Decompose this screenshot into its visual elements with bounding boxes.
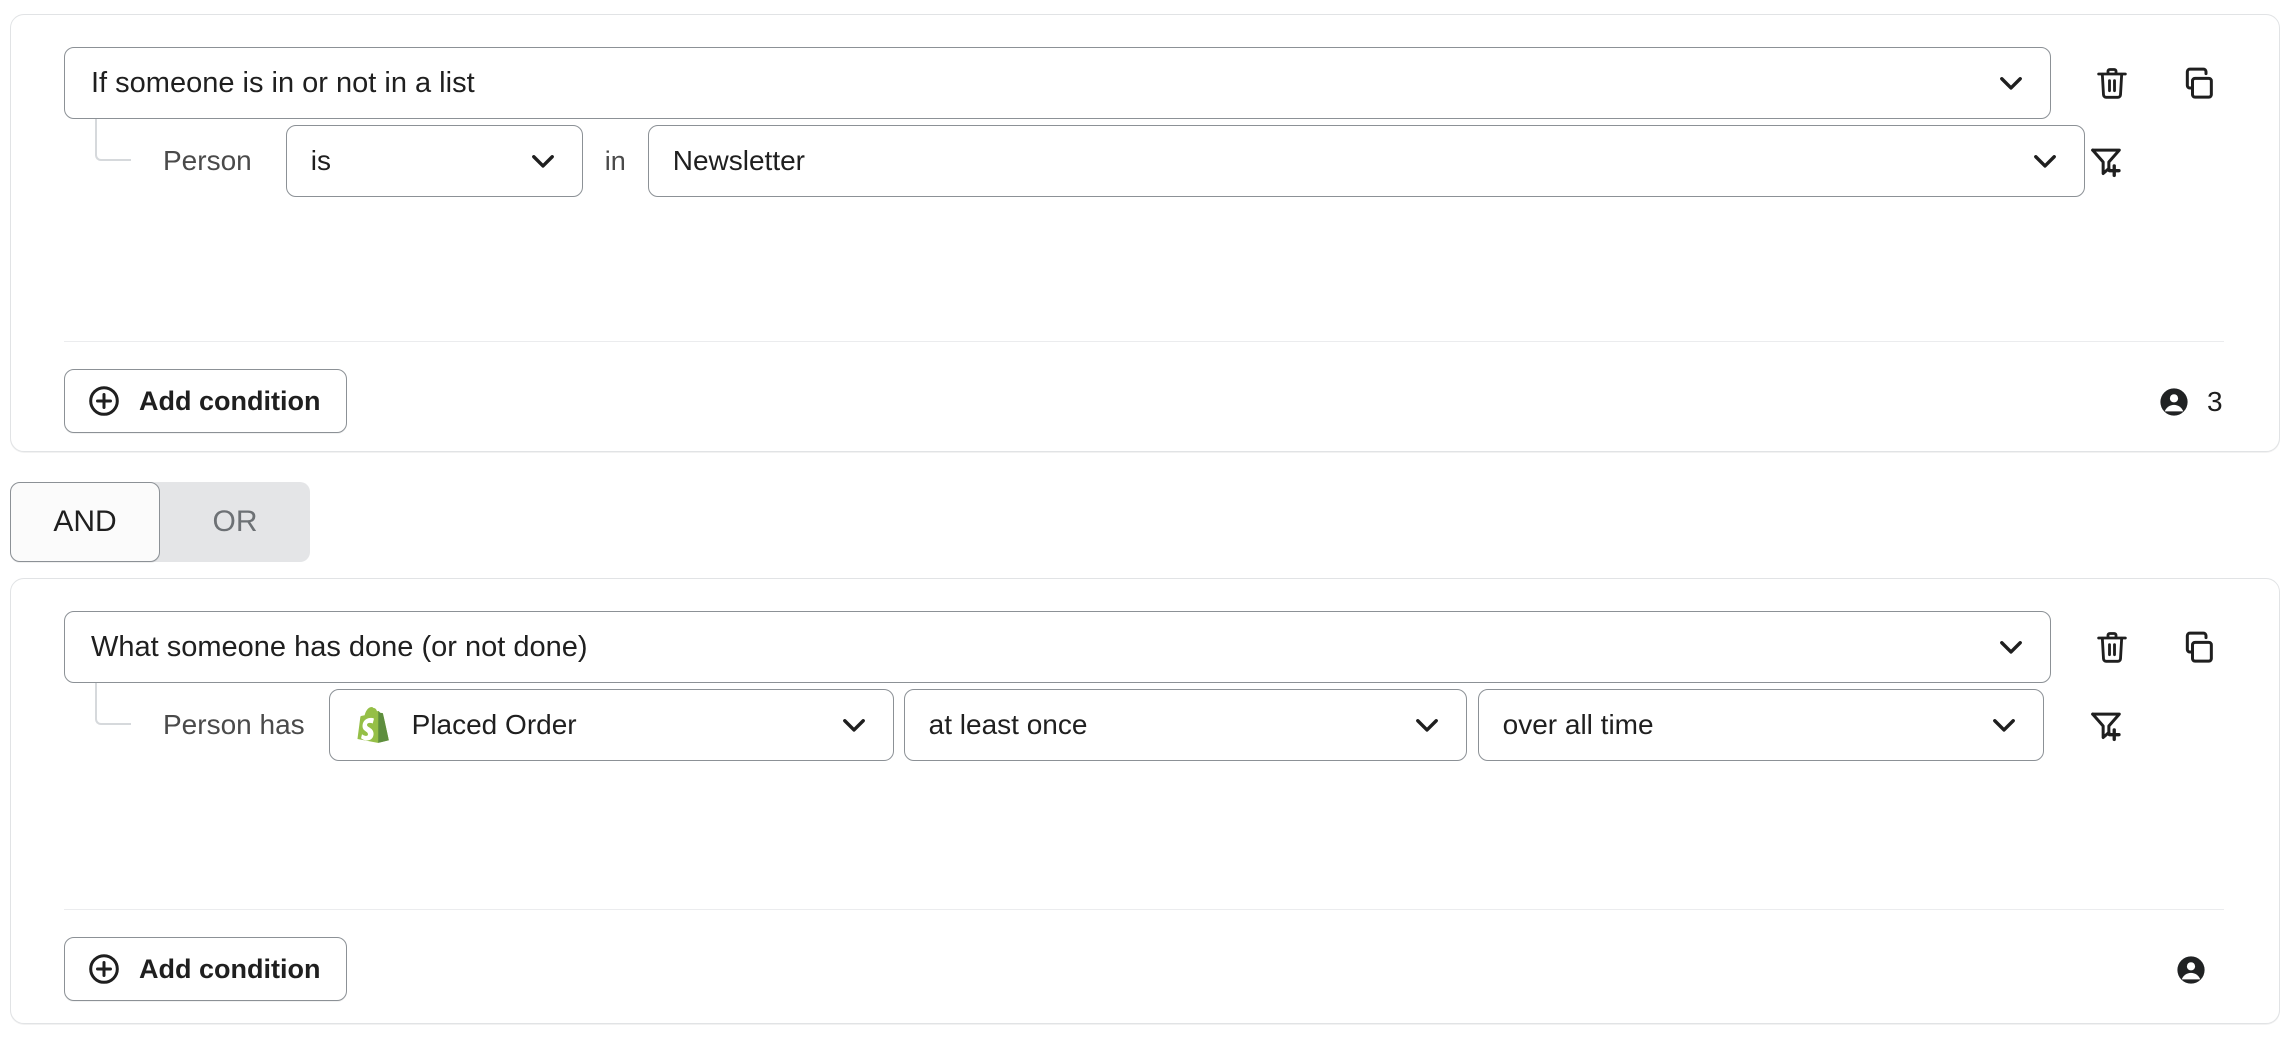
group-2-trigger-select[interactable]: What someone has done (or not done) [64, 611, 2051, 683]
filter-plus-icon [2087, 142, 2125, 180]
group-1-count-value: 3 [2207, 388, 2223, 416]
group-2-add-condition-button[interactable]: Add condition [64, 937, 347, 1001]
group-1-profile-count: 3 [2157, 385, 2223, 419]
plus-circle-icon [85, 950, 123, 988]
group-1-add-condition-label: Add condition [139, 388, 320, 415]
group-1-subject-label: Person [163, 145, 252, 177]
group-2-timeframe-select[interactable]: over all time [1478, 689, 2044, 761]
condition-group-1: If someone is in or not in a list [10, 14, 2280, 452]
copy-icon [2180, 627, 2220, 667]
logic-and-option[interactable]: AND [10, 482, 160, 562]
trash-icon [2092, 63, 2132, 103]
group-2-metric-select[interactable]: Placed Order [329, 689, 894, 761]
group-2-trigger-row: What someone has done (or not done) [64, 611, 2051, 683]
copy-icon [2180, 63, 2220, 103]
group-1-delete-button[interactable] [2089, 60, 2135, 106]
group-1-trigger-value: If someone is in or not in a list [91, 69, 475, 98]
chevron-down-icon [837, 708, 871, 742]
group-2-add-filter-button[interactable] [2083, 702, 2129, 748]
group-1-footer-divider [64, 341, 2224, 342]
group-2-profile-count [2174, 953, 2224, 987]
group-2-frequency-select[interactable]: at least once [904, 689, 1467, 761]
group-2-frequency-value: at least once [929, 711, 1088, 739]
group-1-list-value: Newsletter [673, 147, 805, 175]
plus-circle-icon [85, 382, 123, 420]
group-1-duplicate-button[interactable] [2177, 60, 2223, 106]
chevron-down-icon [1994, 630, 2028, 664]
shopify-icon [352, 703, 396, 747]
trash-icon [2092, 627, 2132, 667]
person-filled-icon [2174, 953, 2208, 987]
chevron-down-icon [1987, 708, 2021, 742]
group-1-connector [95, 119, 131, 161]
group-1-joiner-label: in [605, 146, 626, 177]
group-2-connector [95, 683, 131, 725]
group-2-delete-button[interactable] [2089, 624, 2135, 670]
group-2-duplicate-button[interactable] [2177, 624, 2223, 670]
chevron-down-icon [1994, 66, 2028, 100]
logic-or-option[interactable]: OR [160, 482, 310, 562]
group-2-trigger-value: What someone has done (or not done) [91, 633, 588, 662]
group-1-condition-row: Person is in Newsletter [163, 125, 2085, 197]
chevron-down-icon [1410, 708, 1444, 742]
condition-group-2: What someone has done (or not done) P [10, 578, 2280, 1024]
chevron-down-icon [526, 144, 560, 178]
group-2-condition-row: Person has Placed Order at least once [163, 689, 2044, 761]
segment-definition-builder: If someone is in or not in a list [0, 0, 2290, 1042]
group-2-subject-label: Person has [163, 709, 305, 741]
filter-plus-icon [2087, 706, 2125, 744]
group-2-add-condition-label: Add condition [139, 956, 320, 983]
group-1-trigger-select[interactable]: If someone is in or not in a list [64, 47, 2051, 119]
chevron-down-icon [2028, 144, 2062, 178]
person-filled-icon [2157, 385, 2191, 419]
group-1-list-select[interactable]: Newsletter [648, 125, 2085, 197]
group-2-footer-divider [64, 909, 2224, 910]
group-2-metric-value: Placed Order [412, 711, 577, 739]
logic-operator-toggle: AND OR [10, 482, 310, 562]
group-1-operator-select[interactable]: is [286, 125, 583, 197]
group-1-trigger-row: If someone is in or not in a list [64, 47, 2051, 119]
group-2-timeframe-value: over all time [1503, 711, 1654, 739]
group-1-operator-value: is [311, 147, 331, 175]
group-1-add-condition-button[interactable]: Add condition [64, 369, 347, 433]
group-1-add-filter-button[interactable] [2083, 138, 2129, 184]
